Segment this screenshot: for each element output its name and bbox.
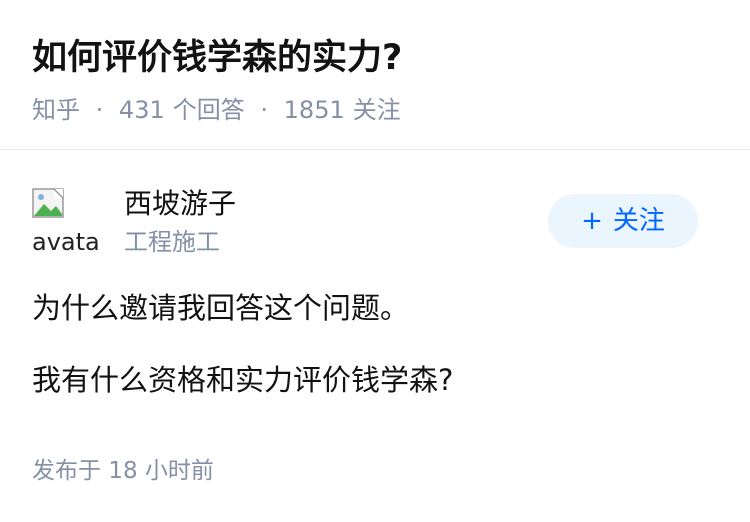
avatar-alt-text: avatar xyxy=(32,228,100,256)
author-name[interactable]: 西坡游子 xyxy=(124,184,236,224)
publish-time: 发布于 18 小时前 xyxy=(32,454,214,488)
answer-count-link[interactable]: 431 个回答 xyxy=(119,96,252,124)
answer-count-label: 个回答 xyxy=(172,96,245,124)
follow-count: 1851 xyxy=(283,96,345,124)
question-header: 如何评价钱学森的实力? 知乎 · 431 个回答 · 1851 关注 xyxy=(0,0,750,150)
question-title[interactable]: 如何评价钱学森的实力? xyxy=(32,34,402,82)
follow-button[interactable]: + 关注 xyxy=(548,194,698,248)
author-info: avatar 西坡游子 工程施工 + 关注 xyxy=(32,184,722,260)
answer-paragraph: 我有什么资格和实力评价钱学森? xyxy=(32,363,454,397)
publish-time-value: 18 小时前 xyxy=(108,458,214,484)
answer-content: 为什么邀请我回答这个问题。 我有什么资格和实力评价钱学森? xyxy=(32,286,722,402)
follow-count-label: 关注 xyxy=(352,96,401,124)
follow-button-label: 关注 xyxy=(612,206,665,236)
meta-separator: · xyxy=(95,96,104,124)
author-description: 工程施工 xyxy=(124,228,220,256)
avatar[interactable]: avatar xyxy=(32,188,100,256)
question-meta: 知乎 · 431 个回答 · 1851 关注 xyxy=(32,92,401,128)
publish-label: 发布于 xyxy=(32,458,101,484)
answer-count: 431 xyxy=(118,96,165,124)
follow-count-link[interactable]: 1851 关注 xyxy=(284,96,401,124)
source-label: 知乎 xyxy=(32,96,80,124)
broken-image-icon xyxy=(32,188,64,218)
answer-paragraph: 为什么邀请我回答这个问题。 xyxy=(32,291,410,325)
plus-icon: + xyxy=(581,206,603,236)
meta-separator: · xyxy=(260,96,269,124)
